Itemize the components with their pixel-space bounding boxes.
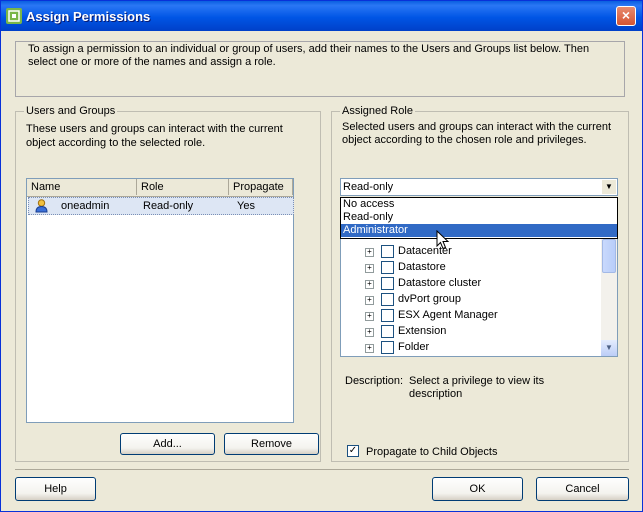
expand-icon[interactable]: + xyxy=(365,312,374,321)
row-propagate: Yes xyxy=(237,200,255,212)
remove-button[interactable]: Remove xyxy=(224,433,319,455)
scrollbar-thumb[interactable] xyxy=(602,239,616,273)
scroll-down-icon[interactable]: ▼ xyxy=(601,340,617,356)
privilege-checkbox[interactable] xyxy=(381,309,394,322)
description-label: Description: xyxy=(345,375,404,387)
role-option-administrator[interactable]: Administrator xyxy=(341,224,617,237)
table-header: Name Role Propagate xyxy=(27,179,293,197)
intro-text: To assign a permission to an individual … xyxy=(15,41,625,97)
close-button[interactable]: × xyxy=(616,6,636,26)
users-and-groups-panel: Users and Groups These users and groups … xyxy=(15,105,321,462)
users-table[interactable]: Name Role Propagate oneadmin Read-only Y… xyxy=(26,178,294,423)
add-button[interactable]: Add... xyxy=(120,433,215,455)
privilege-checkbox[interactable] xyxy=(381,325,394,338)
privilege-label: Extension xyxy=(398,325,447,337)
title-bar: Assign Permissions × xyxy=(1,1,642,31)
column-header-name[interactable]: Name xyxy=(27,179,137,195)
cancel-button[interactable]: Cancel xyxy=(536,477,629,501)
expand-icon[interactable]: + xyxy=(365,264,374,273)
user-icon xyxy=(35,199,48,213)
privilege-checkbox[interactable] xyxy=(381,293,394,306)
privilege-checkbox[interactable] xyxy=(381,341,394,354)
privilege-checkbox[interactable] xyxy=(381,245,394,258)
privilege-label: ESX Agent Manager xyxy=(398,309,498,321)
column-header-role[interactable]: Role xyxy=(137,179,229,195)
privilege-label: Datastore cluster xyxy=(398,277,482,289)
privilege-checkbox[interactable] xyxy=(381,261,394,274)
users-and-groups-title: Users and Groups xyxy=(24,105,118,117)
role-dropdown-list[interactable]: No access Read-only Administrator xyxy=(340,197,618,239)
row-role: Read-only xyxy=(143,200,194,212)
expand-icon[interactable]: + xyxy=(365,248,374,257)
privilege-label: Datastore xyxy=(398,261,446,273)
propagate-label: Propagate to Child Objects xyxy=(366,446,498,458)
privilege-checkbox[interactable] xyxy=(381,277,394,290)
column-header-propagate[interactable]: Propagate xyxy=(229,179,293,195)
mouse-cursor-icon xyxy=(436,230,450,250)
chevron-down-icon[interactable]: ▼ xyxy=(602,180,616,194)
assigned-role-description: Selected users and groups can interact w… xyxy=(342,121,612,146)
expand-icon[interactable]: + xyxy=(365,344,374,353)
expand-icon[interactable]: + xyxy=(365,328,374,337)
table-row[interactable]: oneadmin Read-only Yes xyxy=(28,197,294,215)
row-name: oneadmin xyxy=(61,200,110,212)
expand-icon[interactable]: + xyxy=(365,296,374,305)
role-option-no-access[interactable]: No access xyxy=(341,198,617,211)
assign-permissions-dialog: Assign Permissions × To assign a permiss… xyxy=(0,0,643,512)
users-and-groups-description: These users and groups can interact with… xyxy=(26,123,283,149)
propagate-checkbox[interactable]: ✓ xyxy=(347,445,359,457)
expand-icon[interactable]: + xyxy=(365,280,374,289)
footer-separator xyxy=(15,469,629,470)
privilege-description-text: Select a privilege to view its descripti… xyxy=(409,375,545,400)
vsphere-app-icon xyxy=(6,8,22,24)
role-select-value: Read-only xyxy=(343,181,394,193)
role-select[interactable]: Read-only ▼ xyxy=(340,178,618,196)
privilege-label: Folder xyxy=(398,341,430,353)
role-option-read-only[interactable]: Read-only xyxy=(341,211,617,224)
ok-button[interactable]: OK xyxy=(432,477,523,501)
assigned-role-title: Assigned Role xyxy=(340,105,415,117)
help-button[interactable]: Help xyxy=(15,477,96,501)
window-title: Assign Permissions xyxy=(26,9,151,24)
privilege-label: dvPort group xyxy=(398,293,461,305)
